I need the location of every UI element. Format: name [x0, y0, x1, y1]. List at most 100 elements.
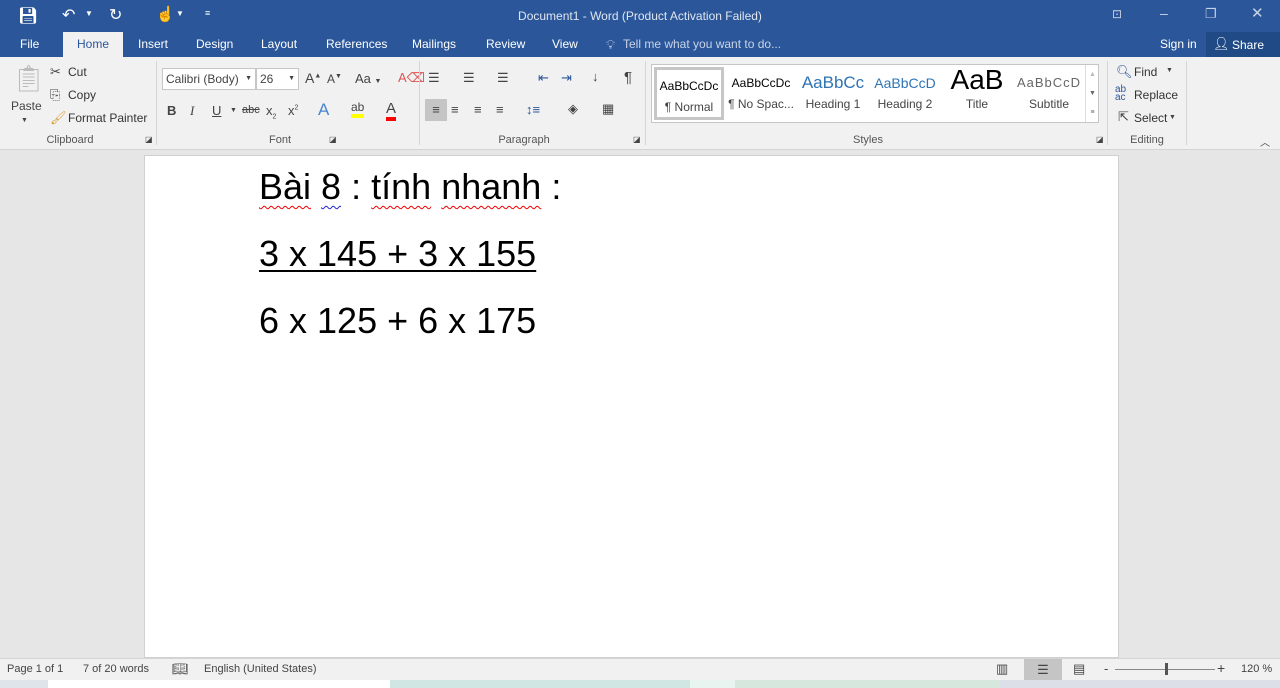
superscript-icon[interactable]: x2: [288, 103, 298, 118]
borders-icon[interactable]: ▦: [602, 101, 614, 117]
font-size-select[interactable]: 26 ▼: [256, 68, 299, 90]
style-name: Heading 2: [877, 97, 933, 111]
highlight-color-icon[interactable]: ab: [351, 100, 365, 118]
style-name: ¶ Normal: [664, 100, 714, 114]
subscript-icon[interactable]: x2: [266, 103, 276, 121]
page-count[interactable]: Page 1 of 1: [7, 663, 63, 675]
document-page[interactable]: Bài 8 : tính nhanh : 3 x 145 + 3 x 155 6…: [144, 155, 1119, 658]
tab-layout[interactable]: Layout: [257, 32, 301, 57]
divider: [1107, 61, 1108, 145]
underline-icon[interactable]: U: [212, 103, 221, 118]
shading-icon[interactable]: ◈: [568, 101, 578, 117]
cut-button[interactable]: Cut: [68, 65, 87, 79]
proofing-icon[interactable]: 📖︎: [172, 661, 189, 677]
tab-review[interactable]: Review: [482, 32, 529, 57]
font-color-icon[interactable]: A: [386, 100, 397, 121]
restore-icon[interactable]: ❐: [1205, 6, 1217, 22]
print-layout-icon[interactable]: ☰: [1024, 659, 1062, 680]
share-label: Share: [1232, 38, 1265, 52]
italic-icon[interactable]: I: [190, 103, 194, 119]
style-no-spacing[interactable]: AaBbCcDc ¶ No Spac...: [726, 67, 796, 120]
decrease-indent-icon[interactable]: ⇤: [538, 70, 549, 86]
strikethrough-icon[interactable]: abc: [242, 104, 260, 116]
justify-icon[interactable]: ≡: [496, 102, 504, 117]
divider: [156, 61, 157, 145]
replace-button[interactable]: Replace: [1134, 88, 1178, 102]
web-layout-icon[interactable]: ▤: [1073, 661, 1085, 677]
numbering-icon[interactable]: ☰: [463, 70, 475, 86]
style-heading-1[interactable]: AaBbCc Heading 1: [798, 67, 868, 120]
document-line-2: 3 x 145 + 3 x 155: [259, 233, 537, 274]
paragraph-launcher-icon[interactable]: ◪: [633, 135, 641, 144]
lightbulb-icon: 💡︎: [606, 37, 616, 52]
select-cursor-icon: ⇱: [1118, 109, 1129, 124]
style-subtitle[interactable]: AaBbCcD Subtitle: [1014, 67, 1084, 120]
bullets-icon[interactable]: ☰: [428, 70, 440, 86]
select-dropdown-icon[interactable]: ▼: [1169, 114, 1176, 121]
styles-launcher-icon[interactable]: ◪: [1096, 135, 1104, 144]
chevron-down-icon: ▼: [245, 75, 252, 82]
paste-icon: 📋︎: [12, 63, 46, 93]
select-button[interactable]: Select: [1134, 111, 1167, 125]
tab-design[interactable]: Design: [192, 32, 237, 57]
shrink-font-icon[interactable]: A▼: [327, 72, 342, 86]
format-painter-button[interactable]: Format Painter: [68, 111, 147, 125]
tab-view[interactable]: View: [548, 32, 582, 57]
tab-mailings[interactable]: Mailings: [408, 32, 460, 57]
line-spacing-icon[interactable]: ↕≡: [526, 102, 540, 117]
styles-scroll[interactable]: ▲ ▼ ≡: [1085, 65, 1099, 122]
multilevel-list-icon[interactable]: ☰: [497, 70, 509, 86]
align-left-icon[interactable]: ≡: [425, 99, 447, 121]
grow-font-icon[interactable]: A▲: [305, 70, 321, 86]
tab-file[interactable]: File: [16, 32, 43, 57]
align-right-icon[interactable]: ≡: [474, 102, 482, 117]
style-preview: AaBbCcDc: [731, 76, 791, 90]
find-icon: 🔍︎: [1116, 64, 1133, 79]
minimize-icon[interactable]: –: [1160, 5, 1168, 21]
divider: [645, 61, 646, 145]
find-button[interactable]: Find: [1134, 65, 1157, 79]
word: 8: [321, 166, 342, 207]
zoom-level[interactable]: 120 %: [1241, 663, 1272, 675]
font-name-select[interactable]: Calibri (Body) ▼: [162, 68, 256, 90]
style-preview: AaBbCcD: [874, 75, 936, 91]
share-button[interactable]: 👤︎ Share: [1206, 32, 1280, 57]
sign-in-link[interactable]: Sign in: [1156, 32, 1201, 57]
find-dropdown-icon[interactable]: ▼: [1166, 67, 1173, 74]
word: tính: [371, 166, 432, 207]
show-formatting-icon[interactable]: ¶: [624, 69, 632, 86]
style-normal[interactable]: AaBbCcDc ¶ Normal: [654, 67, 724, 120]
style-name: Subtitle: [1028, 97, 1070, 111]
change-case-icon[interactable]: Aa ▼: [355, 71, 381, 86]
ribbon-display-icon[interactable]: ⊡: [1112, 7, 1122, 21]
bold-icon[interactable]: B: [167, 103, 176, 118]
status-bar: Page 1 of 1 7 of 20 words 📖︎ English (Un…: [0, 658, 1280, 680]
tab-home[interactable]: Home: [63, 32, 123, 57]
style-name: ¶ No Spac...: [728, 97, 794, 111]
zoom-out-icon[interactable]: -: [1104, 661, 1108, 676]
language[interactable]: English (United States): [204, 663, 317, 675]
copy-button[interactable]: Copy: [68, 88, 96, 102]
collapse-ribbon-icon[interactable]: ︿: [1260, 134, 1270, 149]
clipboard-launcher-icon[interactable]: ◪: [145, 135, 153, 144]
sort-icon[interactable]: ↓: [592, 69, 599, 84]
text-effects-icon[interactable]: A: [318, 100, 329, 120]
increase-indent-icon[interactable]: ⇥: [561, 70, 572, 86]
tell-me-input[interactable]: Tell me what you want to do...: [619, 32, 785, 57]
clear-formatting-icon[interactable]: A⌫: [398, 70, 425, 86]
style-title[interactable]: AaB Title: [942, 67, 1012, 120]
underline-dropdown-icon[interactable]: ▼: [230, 107, 237, 114]
zoom-slider-thumb[interactable]: [1165, 663, 1168, 675]
zoom-in-icon[interactable]: +: [1217, 660, 1225, 676]
style-preview: AaBbCcDc: [659, 79, 719, 93]
tab-references[interactable]: References: [322, 32, 391, 57]
paste-button[interactable]: 📋︎ Paste ▼: [8, 63, 46, 127]
font-launcher-icon[interactable]: ◪: [329, 135, 337, 144]
tab-insert[interactable]: Insert: [134, 32, 172, 57]
close-icon[interactable]: ✕: [1251, 4, 1264, 22]
align-center-icon[interactable]: ≡: [451, 102, 459, 117]
read-mode-icon[interactable]: ▥: [996, 661, 1008, 677]
style-heading-2[interactable]: AaBbCcD Heading 2: [870, 67, 940, 120]
chevron-down-icon: ▼: [288, 75, 295, 82]
word-count[interactable]: 7 of 20 words: [83, 663, 149, 675]
